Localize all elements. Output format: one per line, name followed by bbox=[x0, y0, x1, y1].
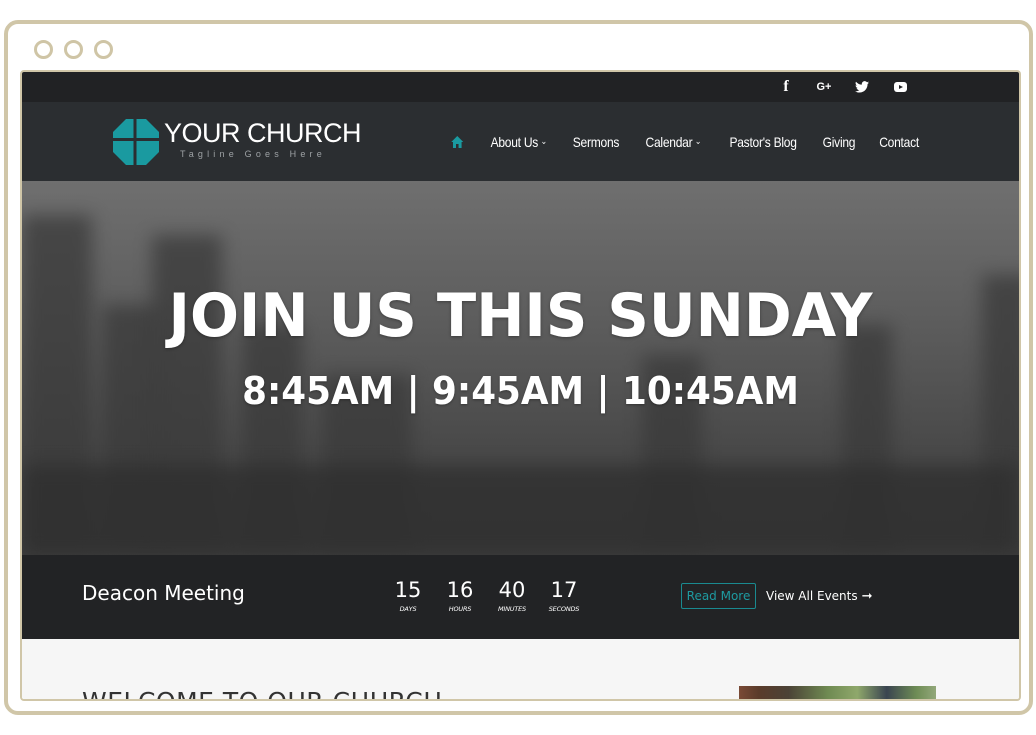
chevron-down-icon: ⌄ bbox=[695, 136, 702, 146]
brand-tagline: Tagline Goes Here bbox=[180, 149, 326, 159]
nav-giving[interactable]: Giving bbox=[823, 134, 856, 150]
nav-pastors-blog[interactable]: Pastor's Blog bbox=[729, 134, 796, 150]
nav-label: Giving bbox=[822, 133, 856, 150]
event-title: Deacon Meeting bbox=[82, 581, 245, 605]
site-logo[interactable]: YOUR CHURCH Tagline Goes Here bbox=[112, 118, 362, 166]
chevron-down-icon: ⌄ bbox=[540, 136, 547, 146]
arrow-right-icon: ➞ bbox=[861, 588, 873, 604]
event-countdown: 15 Days 16 Hours 40 Minutes 17 Seconds bbox=[382, 577, 590, 613]
welcome-photo bbox=[739, 686, 936, 699]
countdown-label: Seconds bbox=[548, 605, 580, 613]
window-dot-1[interactable] bbox=[34, 40, 53, 59]
nav-label: Sermons bbox=[572, 133, 620, 150]
brand-title: YOUR CHURCH bbox=[164, 118, 362, 148]
nav-label: Contact bbox=[879, 133, 919, 150]
window-controls bbox=[34, 40, 113, 59]
countdown-days: 15 Days bbox=[382, 577, 434, 613]
nav-label: Pastor's Blog bbox=[729, 133, 797, 150]
window-dot-2[interactable] bbox=[64, 40, 83, 59]
main-navbar: YOUR CHURCH Tagline Goes Here About Us ⌄ … bbox=[22, 102, 1019, 181]
google-plus-icon[interactable]: G+ bbox=[805, 72, 843, 102]
nav-label: Calendar bbox=[645, 133, 693, 150]
page-viewport: f G+ YOUR CHURCH Tagline Goes Here About… bbox=[20, 70, 1021, 701]
nav-home[interactable] bbox=[451, 135, 466, 148]
countdown-seconds: 17 Seconds bbox=[538, 577, 590, 613]
nav-calendar[interactable]: Calendar ⌄ bbox=[646, 134, 702, 150]
logo-cross-icon bbox=[112, 118, 160, 166]
view-all-label: View All Events bbox=[766, 589, 858, 603]
countdown-value: 16 bbox=[446, 578, 474, 602]
nav-sermons[interactable]: Sermons bbox=[572, 133, 620, 150]
countdown-label: Minutes bbox=[498, 605, 526, 613]
browser-frame: f G+ YOUR CHURCH Tagline Goes Here About… bbox=[4, 20, 1033, 715]
home-icon bbox=[451, 135, 464, 148]
welcome-section: WELCOME TO OUR CHURCH bbox=[22, 639, 1019, 699]
facebook-icon[interactable]: f bbox=[767, 72, 805, 102]
twitter-icon[interactable] bbox=[843, 72, 881, 102]
nav-about-us[interactable]: About Us ⌄ bbox=[490, 133, 547, 150]
top-bar: f G+ bbox=[22, 72, 1019, 102]
read-more-button[interactable]: Read More bbox=[681, 583, 756, 609]
main-menu: About Us ⌄ Sermons Calendar ⌄ Pastor's Blo… bbox=[450, 102, 922, 181]
countdown-label: Days bbox=[399, 605, 417, 613]
countdown-value: 15 bbox=[394, 578, 422, 602]
countdown-value: 17 bbox=[550, 578, 578, 602]
view-all-events-link[interactable]: View All Events ➞ bbox=[766, 583, 873, 609]
event-bar: Deacon Meeting 15 Days 16 Hours 40 Minut… bbox=[22, 555, 1019, 639]
countdown-hours: 16 Hours bbox=[434, 577, 486, 613]
countdown-minutes: 40 Minutes bbox=[486, 577, 538, 613]
youtube-icon[interactable] bbox=[881, 72, 919, 102]
nav-label: About Us bbox=[490, 133, 538, 150]
countdown-value: 40 bbox=[498, 578, 526, 602]
countdown-label: Hours bbox=[448, 605, 472, 613]
window-dot-3[interactable] bbox=[94, 40, 113, 59]
nav-contact[interactable]: Contact bbox=[879, 134, 919, 150]
hero-banner: JOIN US THIS SUNDAY 8:45AM | 9:45AM | 10… bbox=[22, 181, 1019, 555]
social-links: f G+ bbox=[767, 72, 919, 102]
service-times: 8:45AM | 9:45AM | 10:45AM bbox=[242, 369, 799, 413]
hero-title: JOIN US THIS SUNDAY bbox=[168, 281, 873, 351]
hero-bg-ground bbox=[22, 465, 1019, 555]
welcome-heading: WELCOME TO OUR CHURCH bbox=[82, 687, 443, 699]
